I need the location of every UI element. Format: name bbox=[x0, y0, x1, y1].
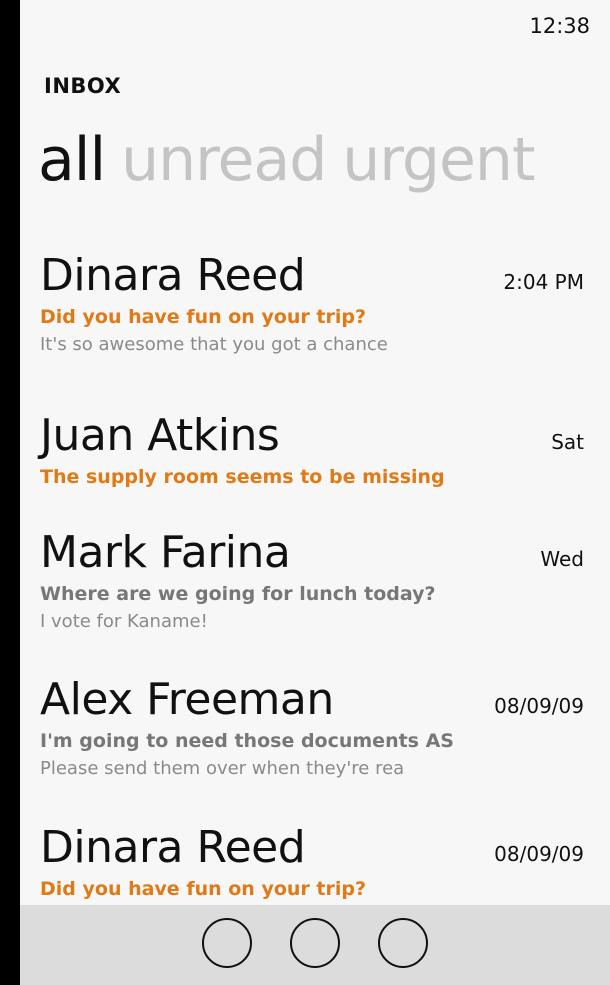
message-subject: Did you have fun on your trip? bbox=[40, 878, 366, 900]
message-sender: Mark Farina bbox=[40, 527, 291, 578]
message-preview: I vote for Kaname! bbox=[40, 611, 208, 632]
message-time: 08/09/09 bbox=[494, 842, 584, 866]
app-bar bbox=[20, 905, 610, 985]
message-preview: It's so awesome that you got a chance bbox=[40, 334, 388, 355]
message-item[interactable]: Dinara Reed 2:04 PM Did you have fun on … bbox=[20, 250, 610, 380]
message-subject: Where are we going for lunch today? bbox=[40, 583, 436, 605]
message-time: 08/09/09 bbox=[494, 694, 584, 718]
pivot-item-urgent[interactable]: urgent bbox=[342, 125, 535, 195]
message-item[interactable]: Mark Farina Wed Where are we going for l… bbox=[20, 527, 610, 657]
appbar-button-2[interactable] bbox=[290, 918, 340, 968]
message-sender: Dinara Reed bbox=[40, 250, 306, 301]
message-sender: Juan Atkins bbox=[40, 410, 280, 461]
status-time: 12:38 bbox=[529, 14, 590, 38]
message-sender: Alex Freeman bbox=[40, 674, 334, 725]
message-subject: Did you have fun on your trip? bbox=[40, 306, 366, 328]
message-preview: Please send them over when they're rea bbox=[40, 758, 405, 779]
message-subject: I'm going to need those documents AS bbox=[40, 730, 454, 752]
appbar-button-1[interactable] bbox=[202, 918, 252, 968]
message-time: Sat bbox=[551, 430, 584, 454]
pivot-item-unread[interactable]: unread bbox=[121, 125, 327, 195]
pivot-item-all[interactable]: all bbox=[38, 125, 106, 195]
message-sender: Dinara Reed bbox=[40, 822, 306, 873]
message-item[interactable]: Juan Atkins Sat The supply room seems to… bbox=[20, 410, 610, 540]
inbox-screen: 12:38 INBOX all unread urgent Dinara Reed … bbox=[20, 0, 610, 985]
message-item[interactable]: Alex Freeman 08/09/09 I'm going to need … bbox=[20, 674, 610, 804]
app-title: INBOX bbox=[44, 74, 122, 98]
pivot-header: all unread urgent bbox=[38, 124, 550, 196]
message-subject: The supply room seems to be missing bbox=[40, 466, 445, 488]
appbar-button-3[interactable] bbox=[378, 918, 428, 968]
message-time: Wed bbox=[540, 547, 584, 571]
message-time: 2:04 PM bbox=[503, 270, 584, 294]
